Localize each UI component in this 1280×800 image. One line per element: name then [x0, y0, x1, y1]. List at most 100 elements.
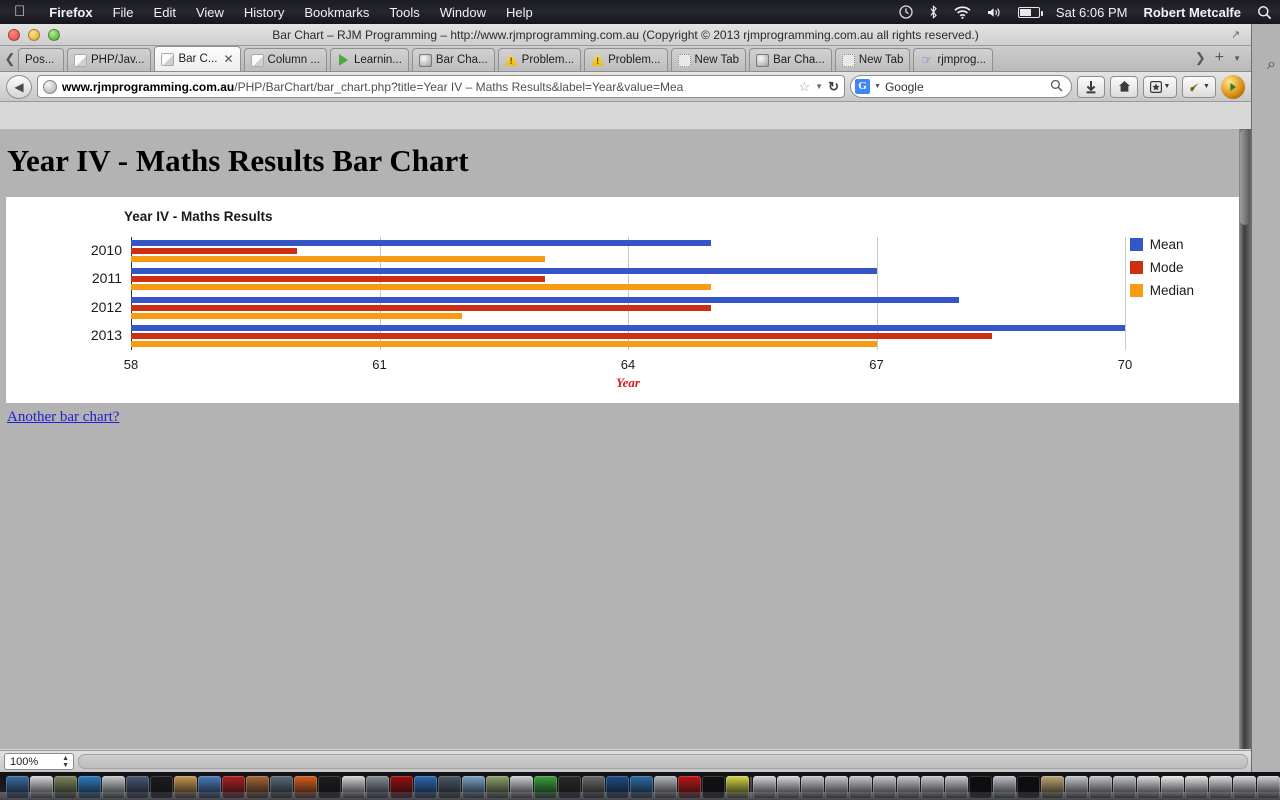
dock-item[interactable] [1137, 776, 1160, 799]
dock-item[interactable] [1209, 776, 1232, 799]
dock-item[interactable] [534, 776, 557, 799]
dock-item[interactable] [1161, 776, 1184, 799]
downloads-button[interactable] [1077, 76, 1105, 98]
content-vertical-scrollbar[interactable] [1239, 129, 1251, 749]
menu-item-window[interactable]: Window [430, 5, 496, 20]
dock-item[interactable] [318, 776, 341, 799]
zoom-level-field[interactable]: 100% ▲▼ [4, 753, 74, 770]
dock-item[interactable] [270, 776, 293, 799]
dock-item[interactable] [606, 776, 629, 799]
tab-new-tab-2[interactable]: New Tab [835, 48, 911, 71]
dock-item[interactable] [246, 776, 269, 799]
menubar-username[interactable]: Robert Metcalfe [1135, 5, 1249, 20]
dock-item[interactable] [102, 776, 125, 799]
dock-item[interactable] [30, 776, 53, 799]
dock-item[interactable] [921, 776, 944, 799]
menubar-clock[interactable]: Sat 6:06 PM [1048, 5, 1136, 20]
dock-item[interactable] [1089, 776, 1112, 799]
home-button[interactable] [1110, 76, 1138, 98]
google-engine-icon[interactable]: G [855, 79, 870, 94]
menu-item-file[interactable]: File [103, 5, 144, 20]
menu-item-bookmarks[interactable]: Bookmarks [294, 5, 379, 20]
dock-item[interactable] [54, 776, 77, 799]
firebug-button[interactable] [1221, 75, 1245, 99]
addon-button[interactable]: ▼ [1182, 76, 1216, 98]
bookmark-star-icon[interactable]: ☆ [799, 79, 811, 95]
dock-item[interactable] [174, 776, 197, 799]
tab-bar-chart-3[interactable]: Bar Cha... [749, 48, 832, 71]
fullscreen-icon[interactable]: ↗ [1231, 29, 1243, 41]
tab-problem-2[interactable]: Problem... [584, 48, 667, 71]
dock-item[interactable] [702, 776, 725, 799]
dock-item[interactable] [414, 776, 437, 799]
tab-close-icon[interactable]: ✕ [223, 52, 233, 66]
bluetooth-icon[interactable] [921, 5, 946, 19]
dock-item[interactable] [198, 776, 221, 799]
dock-item[interactable] [438, 776, 461, 799]
address-bar[interactable]: www.rjmprogramming.com.au/PHP/BarChart/b… [37, 75, 845, 98]
search-icon[interactable] [1050, 79, 1063, 95]
apple-logo-icon[interactable]:  [14, 4, 25, 19]
engine-dropmarker-icon[interactable]: ▼ [874, 83, 881, 90]
menu-item-help[interactable]: Help [496, 5, 543, 20]
scrollbar-thumb[interactable] [1240, 129, 1250, 225]
back-button[interactable]: ◀ [6, 75, 32, 99]
dock-item[interactable] [126, 776, 149, 799]
tab-php-jav[interactable]: PHP/Jav... [67, 48, 151, 71]
dock-item[interactable] [582, 776, 605, 799]
tab-bar-chart-active[interactable]: Bar C... ✕ [154, 46, 240, 71]
tab-pos[interactable]: Pos... [18, 48, 64, 71]
menu-item-view[interactable]: View [186, 5, 234, 20]
menu-item-history[interactable]: History [234, 5, 294, 20]
dock-item[interactable] [825, 776, 848, 799]
dock-item[interactable] [1233, 776, 1256, 799]
dock-item[interactable] [969, 776, 992, 799]
dock-item[interactable] [726, 776, 749, 799]
time-machine-icon[interactable] [891, 5, 921, 19]
search-bar[interactable]: G ▼ Google [850, 75, 1072, 98]
another-bar-chart-link[interactable]: Another bar chart? [7, 409, 119, 426]
dock-item[interactable] [654, 776, 677, 799]
tab-column[interactable]: Column ... [244, 48, 327, 71]
stepper-icon[interactable]: ▲▼ [62, 755, 69, 769]
dock-item[interactable] [630, 776, 653, 799]
dock-item[interactable] [1017, 776, 1040, 799]
dock-item[interactable] [678, 776, 701, 799]
dock-item[interactable] [510, 776, 533, 799]
bookmarks-button[interactable]: ▼ [1143, 76, 1177, 98]
search-input[interactable]: Google [885, 80, 924, 94]
dock-item[interactable] [777, 776, 800, 799]
dock-item[interactable] [801, 776, 824, 799]
dock-item[interactable] [1113, 776, 1136, 799]
dock-item[interactable] [849, 776, 872, 799]
dock-item[interactable] [1041, 776, 1064, 799]
wifi-icon[interactable] [946, 6, 979, 19]
dock-item[interactable] [945, 776, 968, 799]
menu-item-tools[interactable]: Tools [379, 5, 429, 20]
battery-icon[interactable] [1010, 7, 1048, 18]
dock-item[interactable] [993, 776, 1016, 799]
dock-item[interactable] [558, 776, 581, 799]
dock-item[interactable] [753, 776, 776, 799]
tab-scroll-left-icon[interactable]: ❮ [2, 51, 18, 71]
tab-rjmprogramming[interactable]: ☞ rjmprog... [913, 48, 993, 71]
dock-item[interactable] [873, 776, 896, 799]
dock-item[interactable] [222, 776, 245, 799]
dock-item[interactable] [897, 776, 920, 799]
tab-bar-chart-2[interactable]: Bar Cha... [412, 48, 495, 71]
dock-item[interactable] [294, 776, 317, 799]
dock-item[interactable] [1185, 776, 1208, 799]
dock-item[interactable] [1257, 776, 1280, 799]
tab-scroll-right-icon[interactable]: ❯ [1195, 50, 1206, 66]
dock-item[interactable] [366, 776, 389, 799]
volume-icon[interactable] [979, 6, 1010, 19]
menu-item-firefox[interactable]: Firefox [39, 5, 102, 20]
tab-problem-1[interactable]: Problem... [498, 48, 581, 71]
dropmarker-icon[interactable]: ▼ [815, 82, 823, 91]
dock-item[interactable] [1065, 776, 1088, 799]
new-tab-icon[interactable]: + [1215, 49, 1224, 67]
menu-item-edit[interactable]: Edit [144, 5, 186, 20]
dock-item[interactable] [342, 776, 365, 799]
dock-item[interactable] [486, 776, 509, 799]
list-all-tabs-icon[interactable]: ▼ [1233, 54, 1241, 63]
